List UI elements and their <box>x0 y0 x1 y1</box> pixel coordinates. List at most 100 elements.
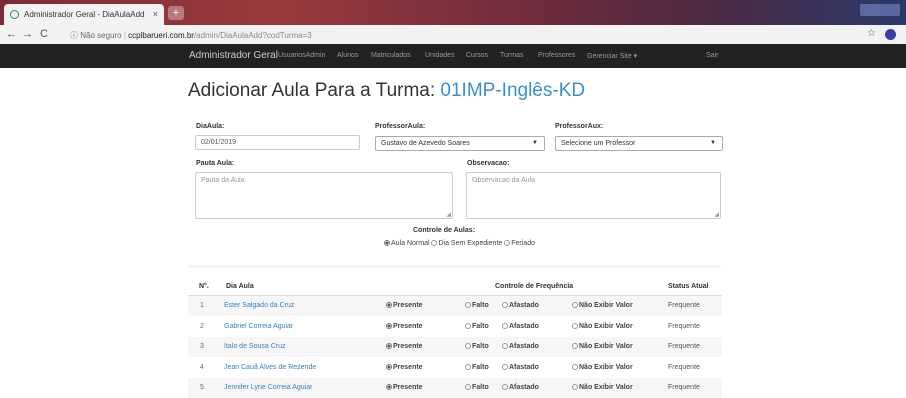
professor-aux-select[interactable]: Selecione um Professor ▼ <box>555 136 723 151</box>
navbar-brand[interactable]: Administrador Geral <box>189 50 278 61</box>
frequency-radio[interactable] <box>572 322 578 329</box>
frequency-radio[interactable] <box>502 322 508 329</box>
frequency-radio[interactable] <box>502 343 508 349</box>
th-dia-aula: Dia Aula <box>226 283 254 290</box>
frequency-option: Presente <box>386 322 423 330</box>
frequency-option: Falto <box>465 384 489 391</box>
frequency-option-label: Presente <box>393 363 423 371</box>
dia-aula-label: DiaAula: <box>196 123 225 130</box>
tab-close-icon[interactable]: × <box>153 9 158 19</box>
pauta-aula-textarea[interactable]: Pauta da Aula ◢ <box>195 172 453 219</box>
window-controls[interactable] <box>860 4 900 16</box>
resize-grip-icon[interactable]: ◢ <box>714 211 719 218</box>
frequency-option: Falto <box>465 343 489 350</box>
radio-dia-sem-expediente[interactable] <box>431 240 438 246</box>
frequency-radio[interactable] <box>386 363 392 370</box>
frequency-radio[interactable] <box>502 384 508 390</box>
row-number: 2 <box>200 322 204 330</box>
student-name-link[interactable]: Jean Cauã Alves de Rezende <box>224 364 316 371</box>
address-bar: ← → C ⓘ Não seguro | ccplbarueri.com.br/… <box>0 25 906 45</box>
frequency-option-label: Afastado <box>509 363 539 371</box>
frequency-radio[interactable] <box>572 302 578 308</box>
frequency-radio[interactable] <box>465 363 471 370</box>
frequency-radio[interactable] <box>572 363 578 370</box>
frequency-option: Presente <box>386 363 423 371</box>
new-tab-button[interactable]: + <box>168 6 184 20</box>
site-navbar: Administrador Geral UsuariosAdmin Alunos… <box>0 44 906 68</box>
frequency-option-label: Falto <box>472 363 489 371</box>
frequency-option: Falto <box>465 322 489 330</box>
frequency-option: Presente <box>386 343 423 350</box>
row-number: 1 <box>200 302 204 309</box>
student-name-link[interactable]: Italo de Sousa Cruz <box>224 343 285 350</box>
frequency-radio[interactable] <box>572 343 578 349</box>
reload-icon[interactable]: C <box>40 28 48 40</box>
frequency-option-label: Não Exibir Valor <box>579 302 633 309</box>
frequency-option: Afastado <box>502 343 539 350</box>
forward-arrow-icon[interactable]: → <box>22 28 33 40</box>
observacao-placeholder: Observacao da Aula <box>472 177 536 184</box>
row-number: 3 <box>200 343 204 350</box>
professor-aula-select[interactable]: Gustavo de Azevedo Soares ▼ <box>375 136 545 151</box>
frequency-option: Falto <box>465 363 489 371</box>
url-path: /admin/DiaAulaAdd?codTurma=3 <box>193 31 312 40</box>
frequency-option-label: Presente <box>393 343 423 350</box>
frequency-radio[interactable] <box>572 384 578 390</box>
url-host: ccplbarueri.com.br <box>128 31 194 40</box>
bookmark-star-icon[interactable]: ☆ <box>867 28 876 39</box>
frequency-radio[interactable] <box>465 343 471 349</box>
url-field[interactable]: ⓘ Não seguro | ccplbarueri.com.br/admin/… <box>70 30 312 41</box>
status-text: Frequente <box>668 363 700 371</box>
nav-item-turmas[interactable]: Turmas <box>500 52 523 59</box>
nav-item-usuariosadmin[interactable]: UsuariosAdmin <box>278 52 325 59</box>
controle-aulas-radio-group: Aula Normal Dia Sem Expediente Feriado <box>384 240 535 247</box>
frequency-radio[interactable] <box>502 302 508 308</box>
frequency-radio[interactable] <box>386 384 392 390</box>
nav-item-sair[interactable]: Sair <box>706 52 718 59</box>
frequency-option: Presente <box>386 384 423 391</box>
frequency-option-label: Afastado <box>509 384 539 391</box>
frequency-option-label: Presente <box>393 384 423 391</box>
frequency-option-label: Afastado <box>509 322 539 330</box>
nav-item-matriculados[interactable]: Matriculados <box>371 52 411 59</box>
radio-aula-normal[interactable] <box>384 240 390 246</box>
frequency-radio[interactable] <box>502 363 508 370</box>
nav-item-gerenciar-site[interactable]: Gerenciar Site ▾ <box>587 52 637 60</box>
extension-icon[interactable] <box>885 29 896 40</box>
page-title-turma: 01IMP-Inglês-KD <box>440 80 586 101</box>
student-name-link[interactable]: Ester Salgado da Cruz <box>224 302 294 309</box>
nav-item-cursos[interactable]: Cursos <box>466 52 488 59</box>
frequency-option: Não Exibir Valor <box>572 322 633 330</box>
pauta-aula-label: Pauta Aula: <box>196 160 235 167</box>
status-text: Frequente <box>668 322 700 330</box>
browser-tab[interactable]: Administrador Geral - DiaAulaAdd × <box>4 4 164 25</box>
frequency-radio[interactable] <box>386 343 392 349</box>
frequency-radio[interactable] <box>465 302 471 308</box>
frequency-radio[interactable] <box>465 384 471 390</box>
radio-feriado[interactable] <box>504 240 511 246</box>
frequency-option-label: Presente <box>393 302 423 309</box>
dia-aula-input[interactable]: 02/01/2019 <box>195 135 360 150</box>
frequency-option: Afastado <box>502 302 539 309</box>
frequency-option: Falto <box>465 302 489 309</box>
radio-feriado-label: Feriado <box>511 240 535 247</box>
frequency-radio[interactable] <box>386 322 392 329</box>
nav-item-unidades[interactable]: Unidades <box>425 52 455 59</box>
nav-item-professores[interactable]: Professores <box>538 52 575 59</box>
nav-item-alunos[interactable]: Alunos <box>337 52 358 59</box>
frequency-radio[interactable] <box>465 322 471 329</box>
back-arrow-icon[interactable]: ← <box>6 28 17 40</box>
frequency-option: Não Exibir Valor <box>572 363 633 371</box>
chevron-down-icon: ▼ <box>710 140 716 146</box>
frequency-option: Afastado <box>502 322 539 330</box>
frequency-option: Presente <box>386 302 423 309</box>
info-icon[interactable]: ⓘ <box>70 31 78 40</box>
student-name-link[interactable]: Gabriel Correia Aguiar <box>224 323 293 330</box>
frequency-option-label: Não Exibir Valor <box>579 363 633 371</box>
table-row: 1 Ester Salgado da Cruz Presente Falto Afast… <box>188 296 722 316</box>
resize-grip-icon[interactable]: ◢ <box>446 211 451 218</box>
student-name-link[interactable]: Jennifer Lyne Correia Aguiar <box>224 384 312 391</box>
status-text: Frequente <box>668 302 700 309</box>
observacao-textarea[interactable]: Observacao da Aula ◢ <box>466 172 721 219</box>
frequency-radio[interactable] <box>386 302 392 308</box>
